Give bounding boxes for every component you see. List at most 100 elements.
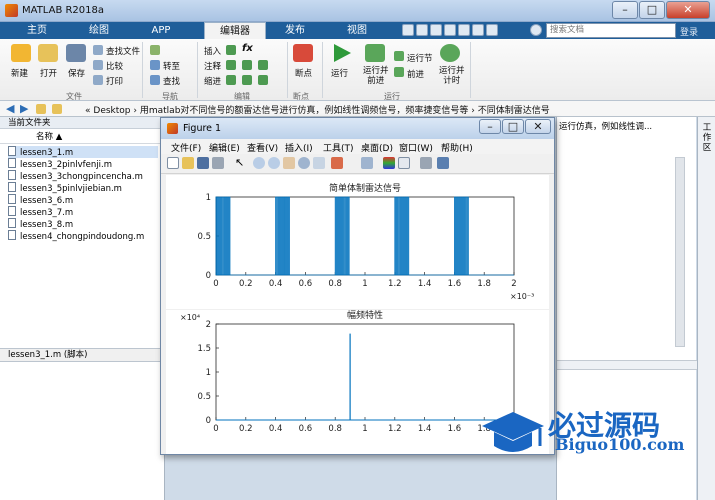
open-button[interactable]: 打开 (40, 67, 57, 79)
comment-button[interactable]: 注释 (204, 60, 221, 72)
new-button[interactable]: 新建 (11, 67, 28, 79)
pointer-icon[interactable]: ↖ (235, 157, 247, 169)
command-window-divider[interactable] (557, 360, 697, 370)
file-item[interactable]: lessen3_6.m (8, 194, 73, 206)
login-link[interactable]: 登录 (680, 25, 698, 38)
open-folder-icon[interactable] (38, 44, 58, 62)
colorbar-icon[interactable] (383, 157, 395, 169)
hide-tools-icon[interactable] (420, 157, 432, 169)
editor-tab-title[interactable]: 运行仿真，例如线性调... (559, 120, 652, 132)
run-time-icon[interactable] (440, 44, 460, 62)
back-arrow-icon[interactable]: ◀ (6, 102, 14, 115)
decrease-indent-icon[interactable] (242, 75, 252, 85)
help-quick-icon[interactable] (530, 24, 542, 36)
menu-view[interactable]: 查看(V) (247, 141, 278, 154)
zoom-in-icon[interactable] (253, 157, 265, 169)
run-button[interactable]: 运行 (331, 67, 348, 79)
brush-icon[interactable] (331, 157, 343, 169)
goto-icon[interactable] (150, 60, 160, 70)
show-tools-icon[interactable] (437, 157, 449, 169)
cut-quick-icon[interactable] (416, 24, 428, 36)
comment-percent-icon[interactable] (226, 60, 236, 70)
editor-scrollbar[interactable] (675, 157, 685, 347)
file-item[interactable]: lessen3_1.m (8, 146, 158, 158)
advance-icon[interactable] (394, 67, 404, 77)
save-icon[interactable] (66, 44, 86, 62)
close-button[interactable]: ✕ (666, 1, 710, 19)
print-icon[interactable] (212, 157, 224, 169)
radar-signal-plot[interactable]: 简单体制雷达信号 0 0.2 0.4 0.6 0.8 1 1.2 1.4 1.6 1.8 2 0 0.5 1… (166, 175, 549, 309)
breakpoints-button[interactable]: 断点 (295, 67, 312, 79)
legend-icon[interactable] (398, 157, 410, 169)
advance-button[interactable]: 前进 (407, 68, 424, 80)
open-icon[interactable] (182, 157, 194, 169)
menu-insert[interactable]: 插入(I) (285, 141, 313, 154)
name-column-header[interactable]: 名称 ▲ (0, 131, 165, 144)
path-segment-desktop[interactable]: Desktop (93, 106, 130, 116)
run-time-button[interactable]: 运行并 计时 (439, 66, 465, 86)
file-item[interactable]: lessen4_chongpindoudong.m (8, 230, 144, 242)
menu-desktop[interactable]: 桌面(D) (361, 141, 393, 154)
menu-tools[interactable]: 工具(T) (323, 141, 354, 154)
link-icon[interactable] (361, 157, 373, 169)
tab-publish[interactable]: 发布 (266, 22, 324, 39)
find-files-button[interactable]: 查找文件 (106, 45, 140, 57)
compare-button[interactable]: 比较 (106, 60, 123, 72)
undo-quick-icon[interactable] (458, 24, 470, 36)
maximize-button[interactable]: □ (639, 1, 665, 19)
insert-section-icon[interactable] (226, 45, 236, 55)
print-button[interactable]: 打印 (106, 75, 123, 87)
uncomment-icon[interactable] (242, 60, 252, 70)
new-icon[interactable] (11, 44, 31, 62)
path-segment-folder[interactable]: 不同体制雷达信号 (478, 106, 550, 116)
figure-minimize-button[interactable]: – (479, 119, 501, 134)
menu-file[interactable]: 文件(F) (171, 141, 201, 154)
data-cursor-icon[interactable] (313, 157, 325, 169)
smart-indent-icon[interactable] (226, 75, 236, 85)
tab-apps[interactable]: APP (132, 22, 190, 39)
file-item[interactable]: lessen3_5pinlvjiebian.m (8, 182, 122, 194)
menu-edit[interactable]: 编辑(E) (209, 141, 240, 154)
menu-help[interactable]: 帮助(H) (441, 141, 473, 154)
run-section-icon[interactable] (394, 51, 404, 61)
redo-quick-icon[interactable] (472, 24, 484, 36)
switch-windows-icon[interactable] (486, 24, 498, 36)
print-icon[interactable] (93, 75, 103, 85)
up-folder-icon[interactable] (36, 104, 46, 114)
workspace-panel[interactable]: 工作区 (697, 117, 715, 500)
save-icon[interactable] (197, 157, 209, 169)
minimize-button[interactable]: – (612, 1, 638, 19)
find-icon[interactable] (150, 75, 160, 85)
tab-home[interactable]: 主页 (8, 22, 66, 39)
search-docs-input[interactable]: 搜索文档 (546, 23, 676, 38)
rotate-icon[interactable] (298, 157, 310, 169)
tab-editor[interactable]: 编辑器 (204, 22, 266, 39)
run-section-button[interactable]: 运行节 (407, 52, 433, 64)
file-item[interactable]: lessen3_2pinlvfenji.m (8, 158, 112, 170)
path-segment-project[interactable]: 用matlab对不同信号的额雷达信号进行仿真，例如线性调频信号，频率捷变信号等 (140, 106, 469, 116)
tab-view[interactable]: 视图 (328, 22, 386, 39)
forward-arrow-icon[interactable]: ▶ (20, 102, 28, 115)
menu-window[interactable]: 窗口(W) (399, 141, 433, 154)
figure-close-button[interactable]: ✕ (525, 119, 551, 134)
save-quick-icon[interactable] (402, 24, 414, 36)
current-folder-path[interactable]: « Desktop › 用matlab对不同信号的额雷达信号进行仿真，例如线性调… (85, 103, 550, 116)
zoom-out-icon[interactable] (268, 157, 280, 169)
breakpoints-icon[interactable] (293, 44, 313, 62)
figure-maximize-button[interactable]: □ (502, 119, 524, 134)
goto-button[interactable]: 转至 (163, 60, 180, 72)
pan-icon[interactable] (283, 157, 295, 169)
run-advance-button[interactable]: 运行并 前进 (363, 66, 389, 86)
tab-plots[interactable]: 绘图 (70, 22, 128, 39)
back-nav-icon[interactable] (150, 45, 160, 55)
find-files-icon[interactable] (93, 45, 103, 55)
find-button[interactable]: 查找 (163, 75, 180, 87)
increase-indent-icon[interactable] (258, 75, 268, 85)
indent-button[interactable]: 缩进 (204, 75, 221, 87)
browse-folder-icon[interactable] (52, 104, 62, 114)
insert-button[interactable]: 插入 (204, 45, 221, 57)
paste-quick-icon[interactable] (444, 24, 456, 36)
save-button[interactable]: 保存 (68, 67, 85, 79)
new-figure-icon[interactable] (167, 157, 179, 169)
run-advance-icon[interactable] (365, 44, 385, 62)
